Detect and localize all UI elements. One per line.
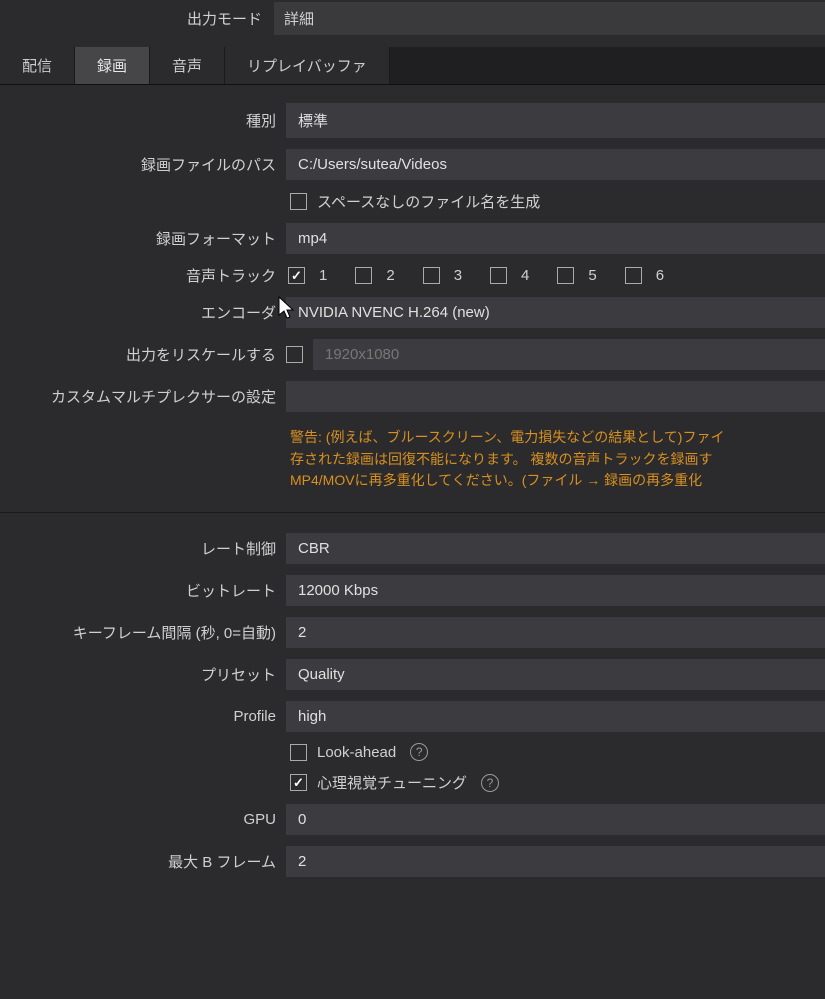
- warning-text: 警告: (例えば、ブルースクリーン、電力損失などの結果として)ファイ 存された録…: [0, 423, 825, 512]
- output-mode-select[interactable]: 詳細: [274, 2, 825, 35]
- keyframe-input[interactable]: 2: [286, 617, 825, 648]
- gpu-label: GPU: [0, 811, 276, 828]
- type-label: 種別: [0, 110, 276, 131]
- track-5-label: 5: [588, 267, 596, 284]
- track-2-checkbox[interactable]: [355, 267, 372, 284]
- lookahead-checkbox[interactable]: [290, 744, 307, 761]
- rescale-checkbox[interactable]: [286, 346, 303, 363]
- bitrate-label: ビットレート: [0, 580, 276, 601]
- tab-recording[interactable]: 録画: [75, 47, 150, 84]
- track-1-checkbox[interactable]: [288, 267, 305, 284]
- gpu-input[interactable]: 0: [286, 804, 825, 835]
- track-3-checkbox[interactable]: [423, 267, 440, 284]
- path-input[interactable]: C:/Users/sutea/Videos: [286, 149, 825, 180]
- lookahead-label: Look-ahead: [317, 744, 396, 761]
- tab-audio[interactable]: 音声: [150, 47, 225, 84]
- track-6-label: 6: [656, 267, 664, 284]
- output-mode-label: 出力モード: [0, 8, 262, 29]
- encoder-select[interactable]: NVIDIA NVENC H.264 (new): [286, 297, 825, 328]
- tab-replay-buffer[interactable]: リプレイバッファ: [225, 47, 390, 84]
- preset-select[interactable]: Quality: [286, 659, 825, 690]
- keyframe-label: キーフレーム間隔 (秒, 0=自動): [0, 622, 276, 643]
- track-5-checkbox[interactable]: [557, 267, 574, 284]
- tabs: 配信 録画 音声 リプレイバッファ: [0, 47, 825, 85]
- tab-streaming[interactable]: 配信: [0, 47, 75, 84]
- nospace-checkbox[interactable]: [290, 193, 307, 210]
- profile-select[interactable]: high: [286, 701, 825, 732]
- type-select[interactable]: 標準: [286, 103, 825, 138]
- format-label: 録画フォーマット: [0, 228, 276, 249]
- encoder-label: エンコーダ: [0, 302, 276, 323]
- profile-label: Profile: [0, 708, 276, 725]
- bframes-label: 最大 B フレーム: [0, 851, 276, 872]
- track-6-checkbox[interactable]: [625, 267, 642, 284]
- format-select[interactable]: mp4: [286, 223, 825, 254]
- help-icon[interactable]: ?: [410, 743, 428, 761]
- bframes-input[interactable]: 2: [286, 846, 825, 877]
- rate-control-label: レート制御: [0, 538, 276, 559]
- rescale-input: 1920x1080: [313, 339, 825, 370]
- mux-input[interactable]: [286, 381, 825, 412]
- help-icon[interactable]: ?: [481, 774, 499, 792]
- nospace-checkbox-label: スペースなしのファイル名を生成: [317, 191, 540, 212]
- preset-label: プリセット: [0, 664, 276, 685]
- rate-control-select[interactable]: CBR: [286, 533, 825, 564]
- track-1-label: 1: [319, 267, 327, 284]
- track-3-label: 3: [454, 267, 462, 284]
- rescale-label: 出力をリスケールする: [0, 344, 276, 365]
- bitrate-input[interactable]: 12000 Kbps: [286, 575, 825, 606]
- psycho-checkbox[interactable]: [290, 774, 307, 791]
- track-4-label: 4: [521, 267, 529, 284]
- section-divider: [0, 512, 825, 513]
- path-label: 録画ファイルのパス: [0, 154, 276, 175]
- track-2-label: 2: [386, 267, 394, 284]
- track-4-checkbox[interactable]: [490, 267, 507, 284]
- mux-label: カスタムマルチプレクサーの設定: [0, 386, 276, 407]
- tracks-label: 音声トラック: [0, 265, 276, 286]
- psycho-label: 心理視覚チューニング: [317, 772, 467, 793]
